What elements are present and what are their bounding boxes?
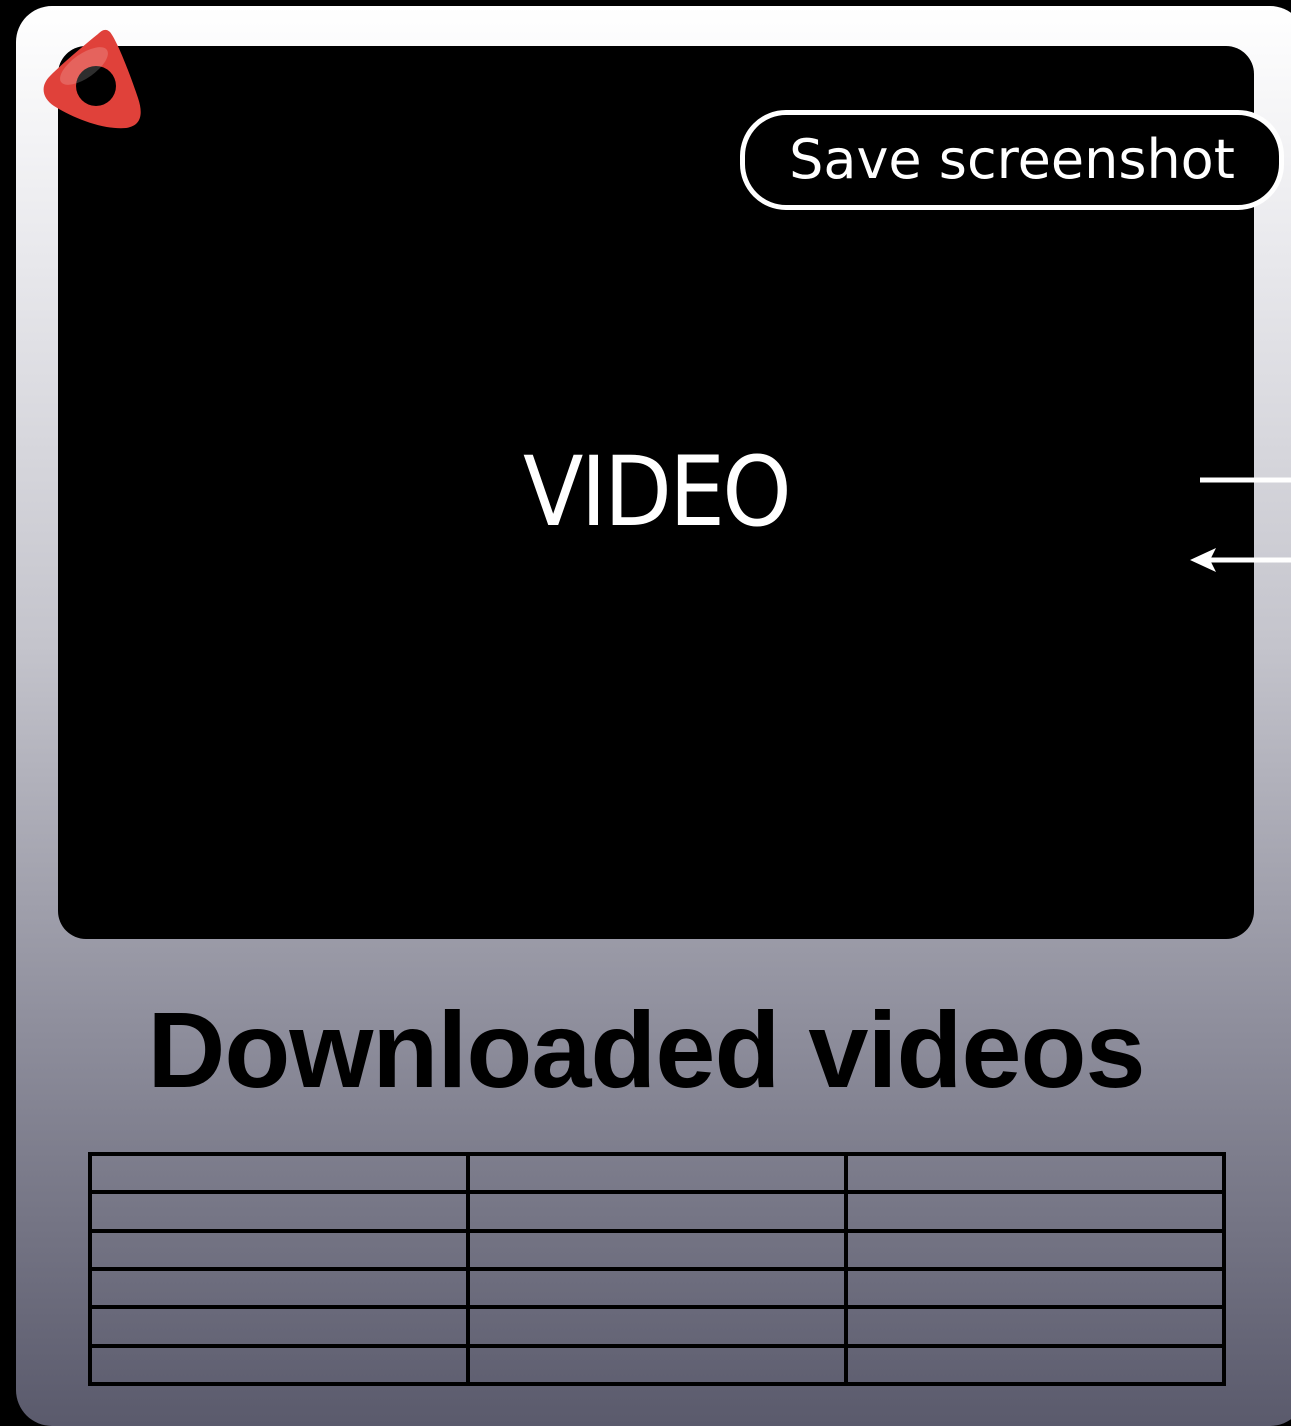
table-cell (466, 1343, 848, 1387)
table-row[interactable] (88, 1266, 1226, 1310)
table-row[interactable] (88, 1190, 1226, 1233)
table-row[interactable] (88, 1228, 1226, 1272)
table-cell (466, 1266, 848, 1310)
table-cell (844, 1343, 1226, 1387)
table-cell (88, 1266, 470, 1310)
adobe-air-logo-icon (43, 29, 141, 129)
table-cell (844, 1228, 1226, 1272)
table-cell (88, 1228, 470, 1272)
table-cell (844, 1266, 1226, 1310)
table-cell (844, 1151, 1226, 1195)
table-cell (88, 1151, 470, 1195)
table-cell (88, 1305, 470, 1348)
save-screenshot-button[interactable]: Save screenshot (740, 110, 1284, 210)
table-cell (844, 1305, 1226, 1348)
table-row[interactable] (88, 1151, 1226, 1195)
table-cell (466, 1190, 848, 1233)
arrow-left-icon (1190, 477, 1291, 572)
table-cell (466, 1151, 848, 1195)
app-window: VIDEO Save screenshot Downloaded videos (16, 6, 1291, 1426)
video-placeholder-label: VIDEO (523, 436, 792, 548)
table-cell (88, 1343, 470, 1387)
table-row[interactable] (88, 1343, 1226, 1387)
downloaded-videos-table (88, 1151, 1226, 1387)
table-cell (844, 1190, 1226, 1233)
table-row[interactable] (88, 1305, 1226, 1348)
downloaded-videos-heading: Downloaded videos (147, 989, 1145, 1110)
table-cell (466, 1305, 848, 1348)
table-cell (466, 1228, 848, 1272)
table-cell (88, 1190, 470, 1233)
video-player[interactable]: VIDEO Save screenshot (58, 46, 1284, 939)
